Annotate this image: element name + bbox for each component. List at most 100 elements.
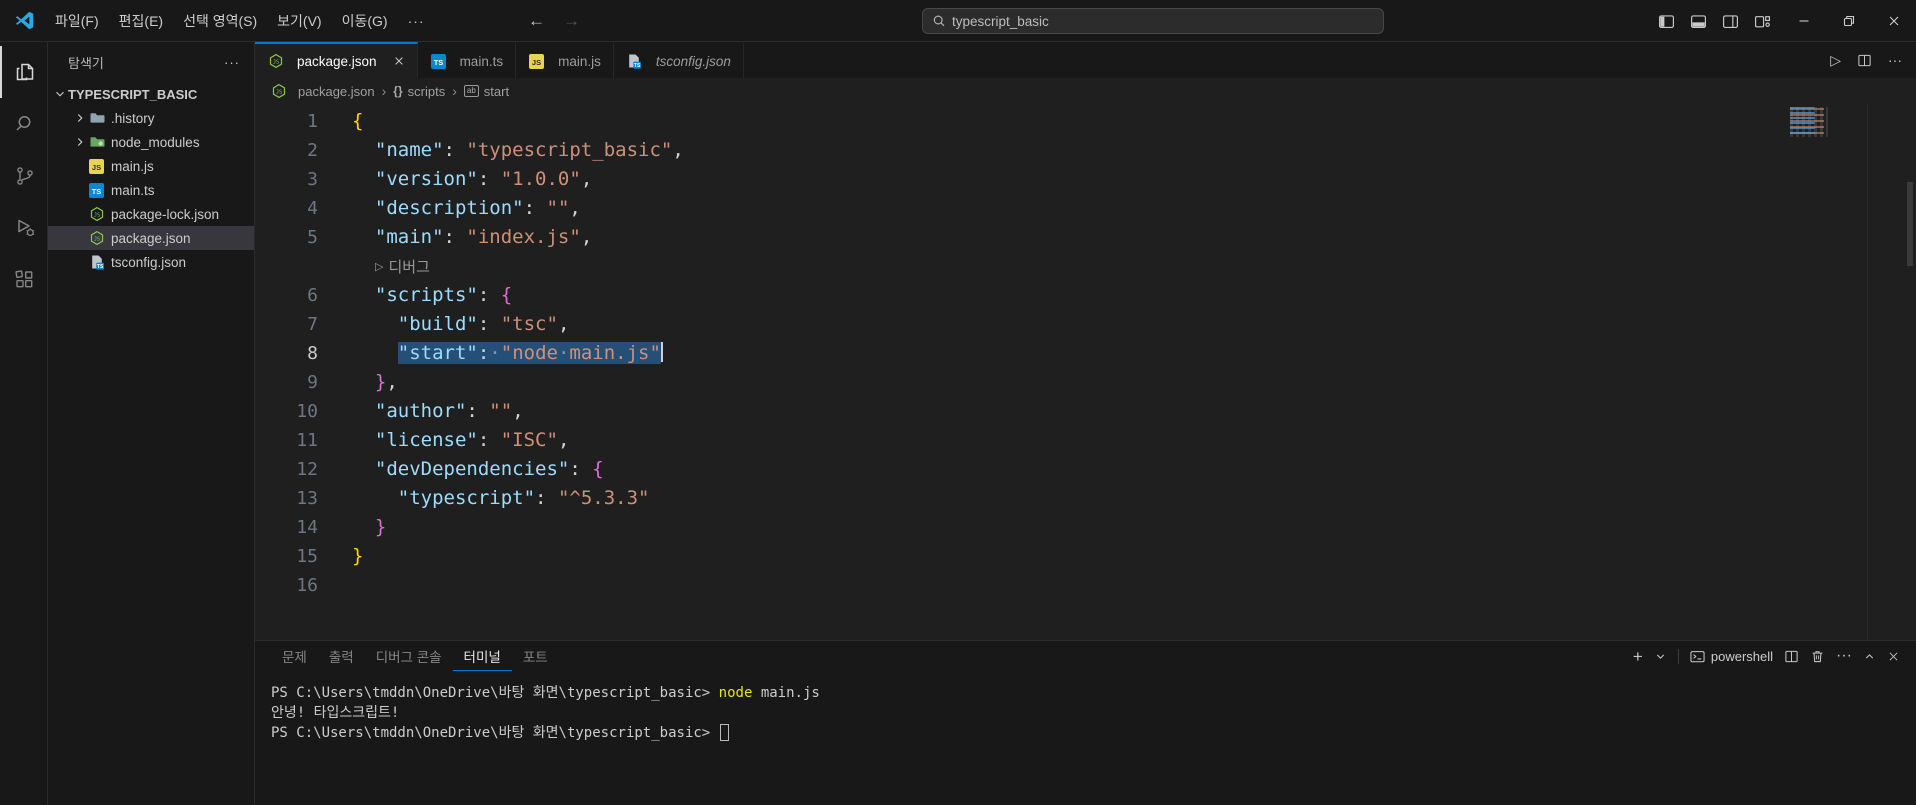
kill-terminal-icon[interactable] [1810,649,1825,664]
panel-tab-출력[interactable]: 출력 [318,641,365,671]
codelens-debug[interactable]: ▷ 디버그 [255,252,1916,281]
code-content: "version": "1.0.0", [374,168,593,190]
code-content: "author": "", [374,400,524,422]
files-icon [13,60,37,84]
minimap[interactable] [1790,107,1828,137]
breadcrumb-item-scripts[interactable]: {} scripts [393,84,445,99]
menu-overflow-icon[interactable]: ··· [398,13,435,29]
menu-bar: 파일(F) 편집(E) 선택 영역(S) 보기(V) 이동(G) [45,0,398,41]
tabs: JS package.json TS main.ts JS main.js TS tsconf… [255,42,744,78]
terminal-icon [1690,649,1705,664]
code-line-6: 6 "scripts": { [255,281,1916,310]
menu-item-3[interactable]: 보기(V) [267,0,331,42]
close-tab-icon[interactable] [393,55,405,67]
code-content: "build": "tsc", [397,313,570,335]
activity-search[interactable] [0,98,47,150]
code-line-15: 15} [255,542,1916,571]
activity-run-debug[interactable] [0,202,47,254]
panel-more-icon[interactable]: ··· [1836,647,1852,665]
terminal-line-2: PS C:\Users\tmddn\OneDrive\바탕 화면\typescr… [271,723,1916,743]
tab-main.ts[interactable]: TS main.ts [417,42,517,78]
menu-item-4[interactable]: 이동(G) [332,0,398,42]
svg-text:JS: JS [275,89,281,95]
tree-item-package-lock.json[interactable]: JS package-lock.json [48,202,254,226]
npm-icon: JS [88,230,105,246]
menu-item-2[interactable]: 선택 영역(S) [173,0,267,42]
command-center-search[interactable]: typescript_basic [922,8,1384,34]
tree-root[interactable]: TYPESCRIPT_BASIC [48,82,254,106]
panel-tab-디버그 콘솔[interactable]: 디버그 콘솔 [365,641,453,671]
toggle-sidebar-icon[interactable] [1658,13,1675,30]
split-terminal-icon[interactable] [1784,649,1799,664]
code-line-1: 1{ [255,107,1916,136]
editor-scrollbar[interactable] [1907,182,1913,266]
svg-text:TS: TS [634,63,641,69]
panel-tab-터미널[interactable]: 터미널 [452,641,512,671]
terminal-instance-tab[interactable]: powershell [1690,649,1773,664]
code-line-13: 13 "typescript": "^5.3.3" [255,484,1916,513]
tree-item-main.js[interactable]: JS main.js [48,154,254,178]
breadcrumb-item-package.json[interactable]: JS package.json [270,83,375,99]
tree-item-node_modules[interactable]: node_modules [48,130,254,154]
tsconfig-icon: TS [88,254,105,270]
new-terminal-button[interactable]: + [1633,648,1643,665]
tab-main.js[interactable]: JS main.js [516,42,614,78]
launch-profile-chevron-icon[interactable] [1654,650,1667,663]
close-window-icon[interactable] [1871,0,1916,42]
tree-item-label: package.json [111,230,191,246]
maximize-panel-icon[interactable] [1863,650,1876,663]
customize-layout-icon[interactable] [1754,13,1771,30]
panel-tab-포트[interactable]: 포트 [512,641,559,671]
restore-icon[interactable] [1826,0,1871,42]
menu-item-0[interactable]: 파일(F) [45,0,109,42]
editor-actions: ▷ ··· [1830,42,1902,78]
code-editor[interactable]: 1{2 "name": "typescript_basic", 3 "versio… [255,104,1916,640]
tree-item-label: package-lock.json [111,206,220,222]
ts-icon: TS [430,53,447,69]
toggle-secondary-sidebar-icon[interactable] [1722,13,1739,30]
editor-more-icon[interactable]: ··· [1888,52,1902,68]
tree-item-label: tsconfig.json [111,254,187,270]
tab-package.json[interactable]: JS package.json [255,42,418,78]
activity-source-control[interactable] [0,150,47,202]
breadcrumb-item-start[interactable]: ab start [463,84,509,99]
terminal-line-1: 안녕! 타입스크립트! [271,705,400,721]
tree-item-main.ts[interactable]: TS main.ts [48,178,254,202]
extensions-icon [13,268,37,292]
back-icon[interactable]: ← [528,11,545,31]
tree-item-package.json[interactable]: JS package.json [48,226,254,250]
terminal[interactable]: PS C:\Users\tmddn\OneDrive\바탕 화면\typescr… [255,671,1916,743]
code-content: { [352,110,364,132]
svg-text:JS: JS [272,59,278,65]
activity-extensions[interactable] [0,254,47,306]
activity-explorer[interactable] [0,46,47,98]
toggle-panel-icon[interactable] [1690,13,1707,30]
sidebar-header: 탐색기 ··· [48,42,254,82]
code-content: "name": "typescript_basic", [374,139,684,161]
close-panel-icon[interactable] [1887,650,1900,663]
split-editor-icon[interactable] [1857,53,1872,68]
tree-item-label: node_modules [111,134,200,150]
play-icon: ▷ [375,261,384,273]
panel-tab-문제[interactable]: 문제 [271,641,318,671]
sidebar-more-icon[interactable]: ··· [224,55,240,70]
tree-item-.history[interactable]: .history [48,106,254,130]
code-content: "description": "", [374,197,581,219]
tree-item-label: .history [111,110,155,126]
line-number: 2 [307,140,318,161]
run-button[interactable]: ▷ [1830,52,1841,69]
tree-item-tsconfig.json[interactable]: TS tsconfig.json [48,250,254,274]
tab-tsconfig.json[interactable]: TS tsconfig.json [613,42,744,78]
npm-icon: JS [270,83,287,99]
text-cursor [660,342,663,362]
menu-item-1[interactable]: 편집(E) [109,0,173,42]
code-line-4: 4 "description": "", [255,194,1916,223]
toolbar-separator [1677,648,1679,664]
vscode-logo-icon [14,10,35,31]
svg-text:TS: TS [433,58,443,67]
forward-icon: → [563,11,580,30]
minimize-icon[interactable] [1781,0,1826,42]
line-number: 1 [307,111,318,132]
line-number: 14 [296,517,318,538]
